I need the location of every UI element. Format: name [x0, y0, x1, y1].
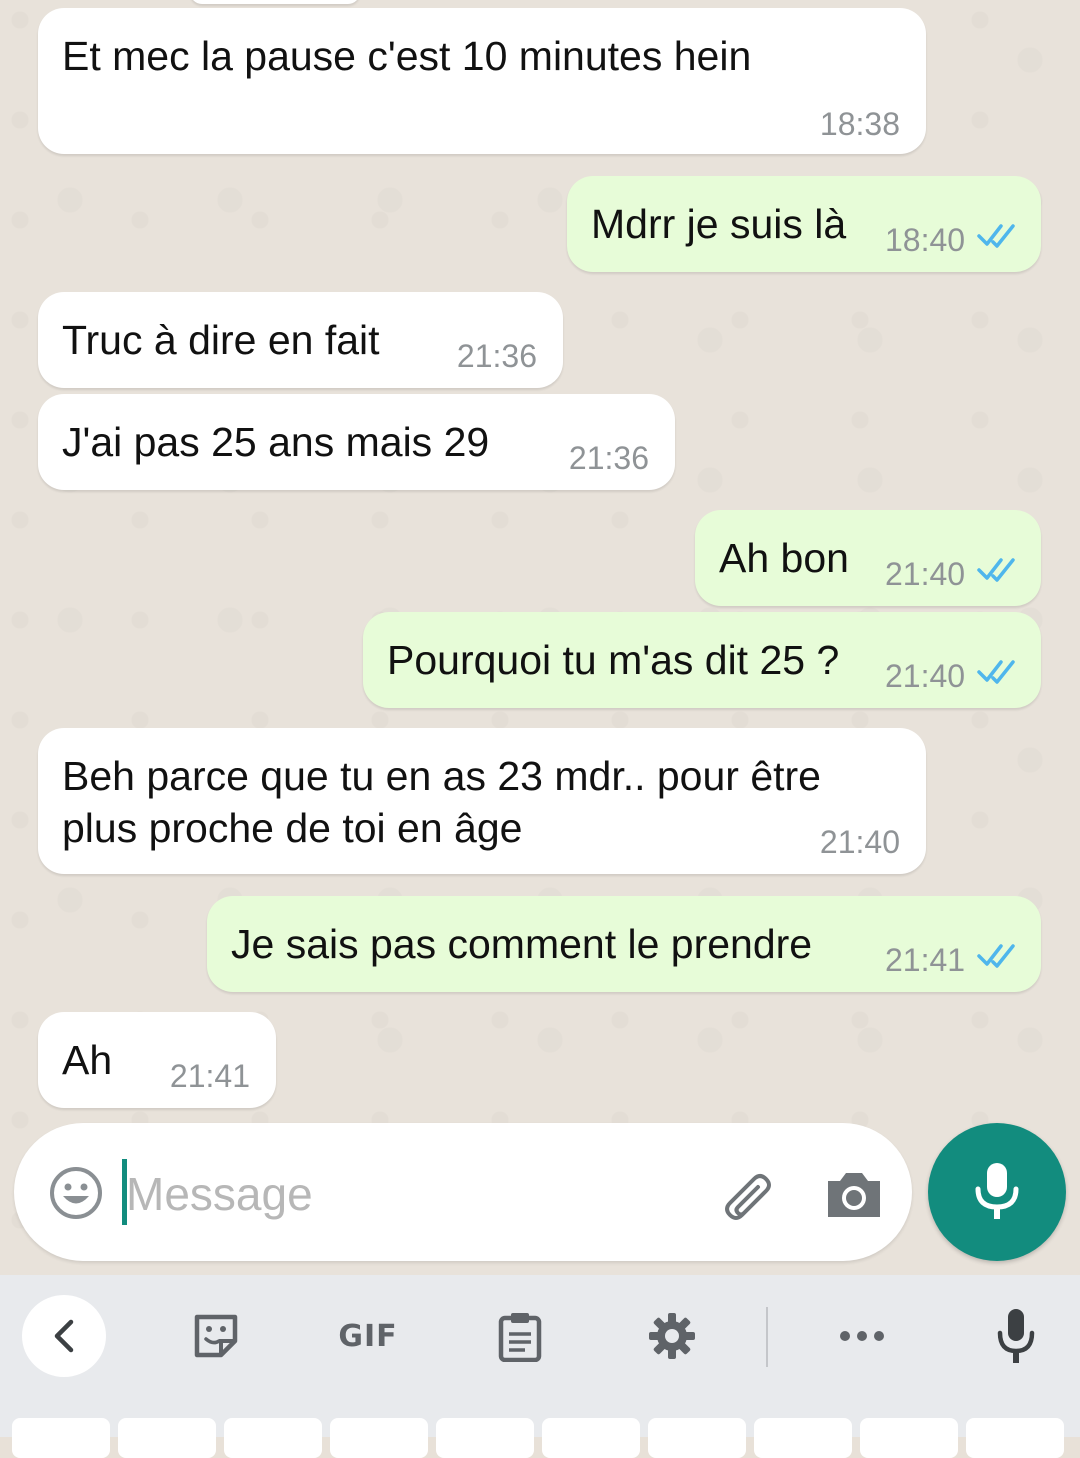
message-composer[interactable]: Message	[14, 1123, 912, 1261]
message-bubble-outgoing[interactable]: Mdrr je suis là 18:40	[567, 176, 1041, 272]
message-text: Ah bon	[719, 535, 849, 581]
back-arrow-icon[interactable]	[22, 1295, 106, 1377]
message-input[interactable]: Message	[126, 1167, 313, 1221]
keyboard-key[interactable]	[754, 1418, 852, 1458]
message-time: 21:36	[568, 440, 649, 476]
message-text: Beh parce que tu en as 23 mdr.. pour êtr…	[62, 753, 821, 851]
more-icon[interactable]	[834, 1295, 890, 1377]
message-text: Pourquoi tu m'as dit 25 ?	[387, 637, 840, 683]
message-time: 18:38	[819, 106, 900, 142]
message-bubble-partial	[190, 0, 360, 4]
keyboard-key[interactable]	[542, 1418, 640, 1458]
chat-area: Et mec la pause c'est 10 minutes hein 18…	[0, 0, 1080, 1275]
paperclip-icon[interactable]	[714, 1163, 778, 1227]
keyboard-key[interactable]	[12, 1418, 110, 1458]
sticker-icon[interactable]	[186, 1295, 246, 1377]
message-time: 21:40	[819, 824, 900, 860]
message-time: 21:41	[169, 1058, 250, 1094]
message-text: Je sais pas comment le prendre	[231, 921, 813, 967]
keyboard-key[interactable]	[966, 1418, 1064, 1458]
camera-icon[interactable]	[822, 1163, 886, 1227]
read-ticks-icon	[977, 944, 1015, 968]
message-time: 21:41	[885, 942, 966, 978]
keyboard-number-row	[0, 1418, 1080, 1458]
message-bubble-outgoing[interactable]: Pourquoi tu m'as dit 25 ? 21:40	[363, 612, 1041, 708]
message-bubble-incoming[interactable]: Ah 21:41	[38, 1012, 276, 1108]
message-text: Et mec la pause c'est 10 minutes hein	[62, 33, 752, 79]
message-bubble-outgoing[interactable]: Je sais pas comment le prendre 21:41	[207, 896, 1041, 992]
message-bubble-outgoing[interactable]: Ah bon 21:40	[695, 510, 1041, 606]
message-time: 21:40	[885, 556, 966, 592]
keyboard-key[interactable]	[648, 1418, 746, 1458]
gear-icon[interactable]	[644, 1295, 700, 1377]
keyboard: GIF	[0, 1275, 1080, 1437]
read-ticks-icon	[977, 558, 1015, 582]
read-ticks-icon	[977, 224, 1015, 248]
message-bubble-incoming[interactable]: Beh parce que tu en as 23 mdr.. pour êtr…	[38, 728, 926, 874]
keyboard-key[interactable]	[860, 1418, 958, 1458]
read-ticks-icon	[977, 660, 1015, 684]
keyboard-key[interactable]	[436, 1418, 534, 1458]
message-bubble-incoming[interactable]: Truc à dire en fait 21:36	[38, 292, 563, 388]
message-text: J'ai pas 25 ans mais 29	[62, 419, 490, 465]
message-bubble-incoming[interactable]: Et mec la pause c'est 10 minutes hein 18…	[38, 8, 926, 154]
message-text: Mdrr je suis là	[591, 201, 847, 247]
keyboard-key[interactable]	[330, 1418, 428, 1458]
message-bubble-incoming[interactable]: J'ai pas 25 ans mais 29 21:36	[38, 394, 675, 490]
toolbar-divider	[766, 1307, 768, 1367]
gif-button[interactable]: GIF	[330, 1295, 406, 1377]
clipboard-icon[interactable]	[492, 1295, 548, 1377]
keyboard-key[interactable]	[224, 1418, 322, 1458]
emoji-icon[interactable]	[48, 1165, 104, 1221]
microphone-icon	[975, 1163, 1019, 1219]
message-time: 18:40	[885, 222, 966, 258]
message-text: Truc à dire en fait	[62, 317, 380, 363]
keyboard-key[interactable]	[118, 1418, 216, 1458]
message-text: Ah	[62, 1037, 113, 1083]
message-time: 21:40	[885, 658, 966, 694]
voice-record-button[interactable]	[928, 1123, 1066, 1261]
message-time: 21:36	[456, 338, 537, 374]
keyboard-microphone-icon[interactable]	[988, 1295, 1044, 1377]
